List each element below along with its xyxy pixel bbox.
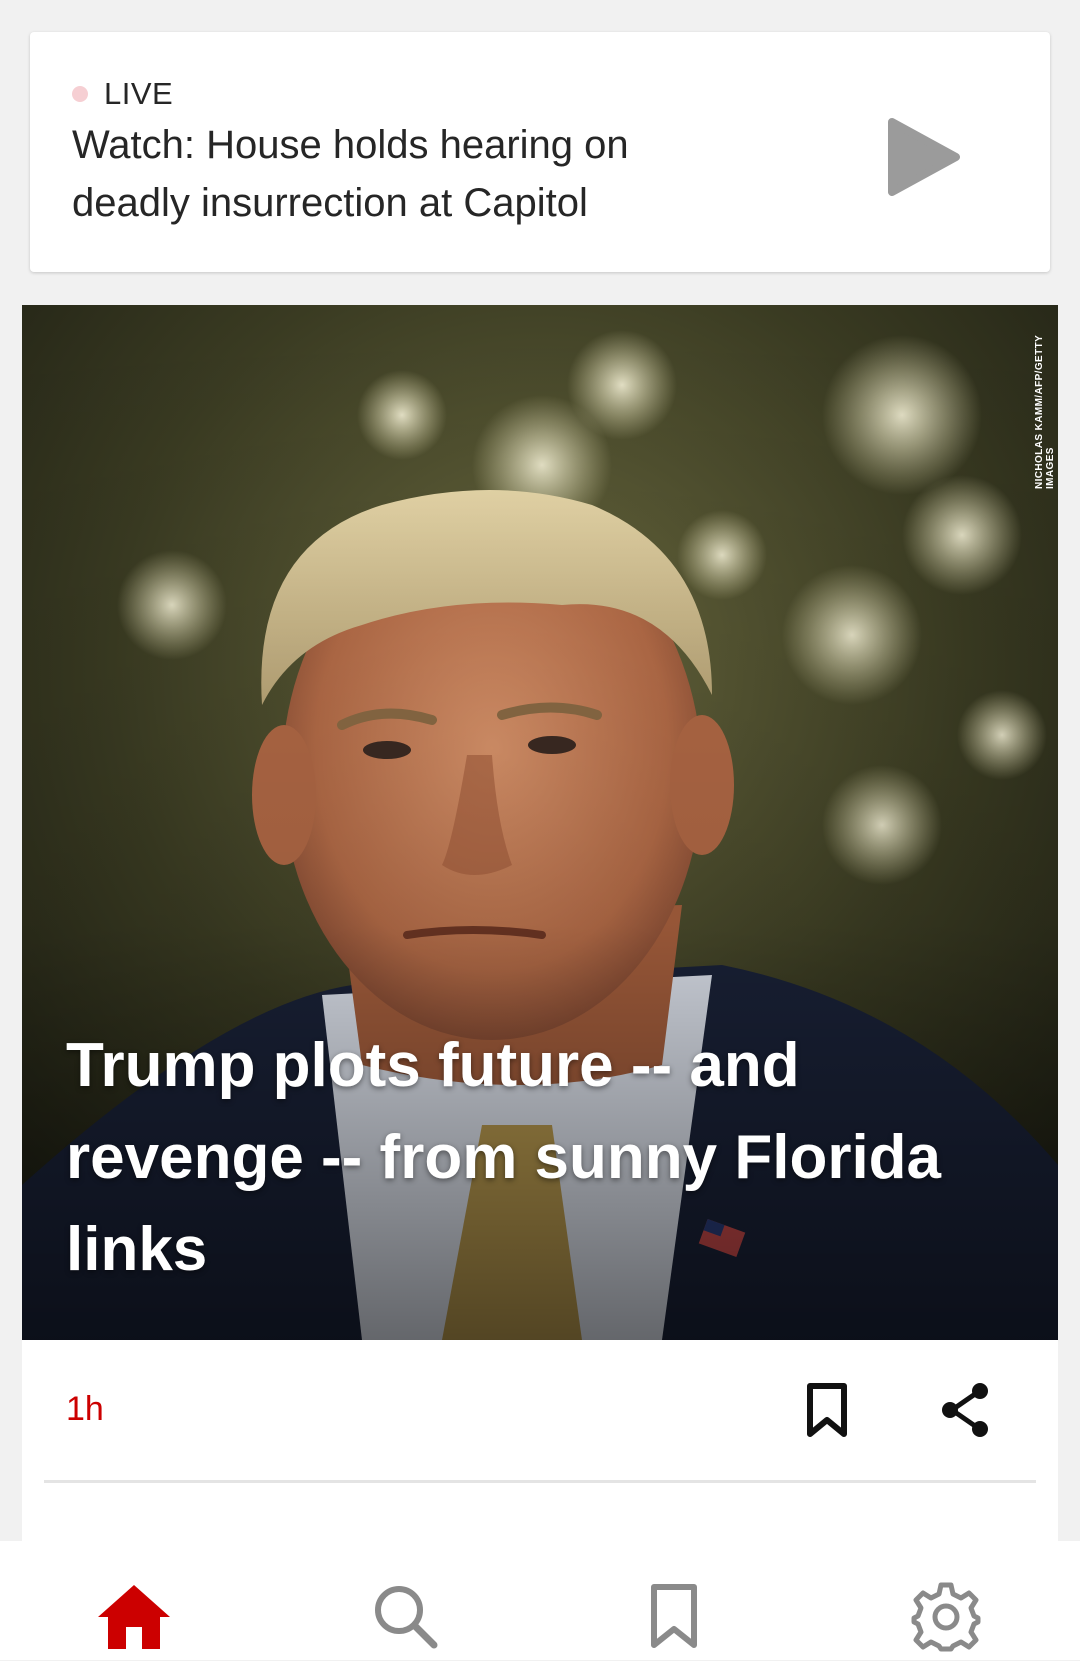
nav-search[interactable] xyxy=(365,1581,445,1661)
bottom-nav xyxy=(0,1541,1080,1660)
play-icon[interactable] xyxy=(886,112,962,202)
home-icon xyxy=(98,1585,170,1649)
nav-saved[interactable] xyxy=(634,1581,714,1661)
nav-home[interactable] xyxy=(94,1581,174,1661)
story-card[interactable]: NICHOLAS KAMM/AFP/GETTY IMAGES Trump plo… xyxy=(22,305,1058,1545)
live-label: LIVE xyxy=(104,76,174,111)
gear-icon xyxy=(911,1582,981,1652)
share-icon[interactable] xyxy=(938,1380,994,1440)
live-dot xyxy=(72,86,88,102)
image-credit: NICHOLAS KAMM/AFP/GETTY IMAGES xyxy=(1034,334,1056,489)
live-title[interactable]: Watch: House holds hearing on deadly ins… xyxy=(72,116,712,232)
hero-image[interactable]: NICHOLAS KAMM/AFP/GETTY IMAGES Trump plo… xyxy=(22,305,1058,1340)
live-indicator: LIVE xyxy=(72,76,173,112)
bookmark-icon xyxy=(651,1584,697,1648)
bookmark-icon[interactable] xyxy=(802,1380,852,1440)
story-headline[interactable]: Trump plots future -- and revenge -- fro… xyxy=(66,1020,946,1296)
story-timestamp: 1h xyxy=(66,1390,104,1428)
search-icon xyxy=(375,1586,438,1649)
story-divider xyxy=(44,1480,1036,1483)
live-card[interactable]: LIVE Watch: House holds hearing on deadl… xyxy=(30,32,1050,272)
nav-settings[interactable] xyxy=(906,1581,986,1661)
story-meta: 1h xyxy=(22,1340,1058,1480)
